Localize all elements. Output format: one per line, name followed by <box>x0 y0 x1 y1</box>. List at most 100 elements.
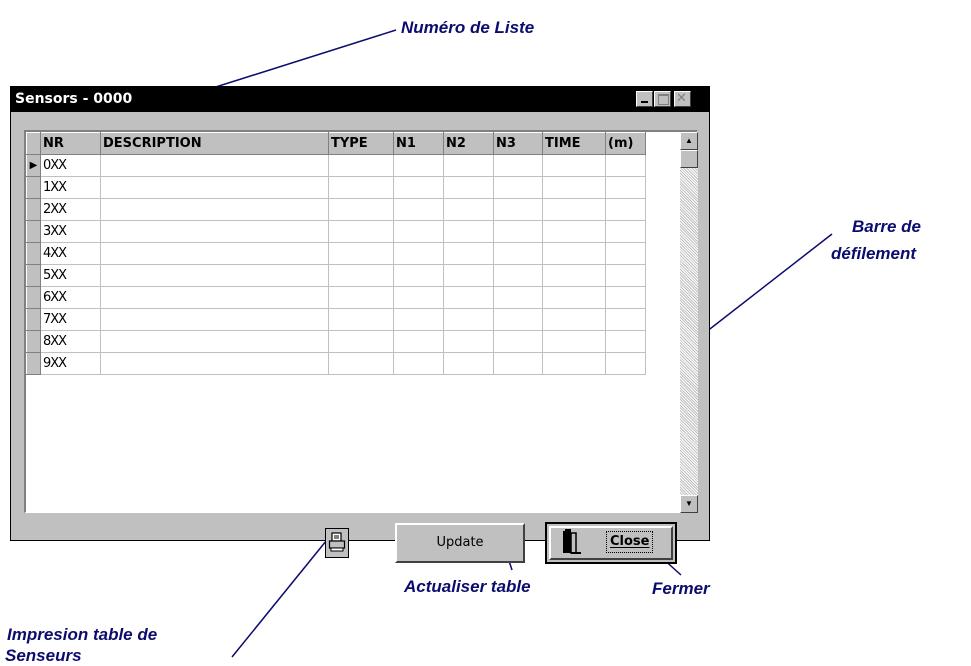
row-selector[interactable] <box>26 242 41 265</box>
maximize-icon[interactable] <box>654 91 671 107</box>
cell-n1[interactable] <box>393 176 444 199</box>
row-selector[interactable] <box>26 176 41 199</box>
cell-n2[interactable] <box>443 220 494 243</box>
cell-n2[interactable] <box>443 308 494 331</box>
cell-n3[interactable] <box>493 330 543 353</box>
sensors-table[interactable]: NR DESCRIPTION TYPE N1 N2 N3 TIME (m) ▶ … <box>24 130 698 513</box>
table-row[interactable]: 9XX <box>26 352 646 375</box>
cell-n2[interactable] <box>443 198 494 221</box>
cell-n1[interactable] <box>393 352 444 375</box>
row-selector[interactable] <box>26 308 41 331</box>
cell-n1[interactable] <box>393 286 444 309</box>
cell-nr[interactable]: 8XX <box>40 330 101 353</box>
cell-n3[interactable] <box>493 308 543 331</box>
cell-n3[interactable] <box>493 220 543 243</box>
cell-m[interactable] <box>605 286 646 309</box>
column-header-n3[interactable]: N3 <box>493 132 543 155</box>
row-selector[interactable] <box>26 220 41 243</box>
cell-time[interactable] <box>542 330 606 353</box>
column-header-nr[interactable]: NR <box>40 132 101 155</box>
title-bar[interactable]: Sensors - 0000 ✕ <box>11 87 709 112</box>
cell-m[interactable] <box>605 352 646 375</box>
table-row[interactable]: 1XX <box>26 176 646 199</box>
cell-n3[interactable] <box>493 264 543 287</box>
cell-n2[interactable] <box>443 352 494 375</box>
cell-description[interactable] <box>100 286 329 309</box>
cell-nr[interactable]: 3XX <box>40 220 101 243</box>
cell-m[interactable] <box>605 220 646 243</box>
cell-n3[interactable] <box>493 286 543 309</box>
cell-n2[interactable] <box>443 330 494 353</box>
cell-type[interactable] <box>328 330 394 353</box>
cell-time[interactable] <box>542 308 606 331</box>
scroll-thumb[interactable] <box>680 150 698 168</box>
close-icon[interactable]: ✕ <box>674 91 691 107</box>
cell-nr[interactable]: 7XX <box>40 308 101 331</box>
cell-n1[interactable] <box>393 242 444 265</box>
column-header-n1[interactable]: N1 <box>393 132 444 155</box>
cell-description[interactable] <box>100 154 329 177</box>
column-header-n2[interactable]: N2 <box>443 132 494 155</box>
cell-n2[interactable] <box>443 242 494 265</box>
table-row[interactable]: ▶ 0XX <box>26 154 646 177</box>
row-selector[interactable] <box>26 264 41 287</box>
cell-type[interactable] <box>328 198 394 221</box>
cell-time[interactable] <box>542 242 606 265</box>
table-row[interactable]: 2XX <box>26 198 646 221</box>
table-row[interactable]: 5XX <box>26 264 646 287</box>
cell-type[interactable] <box>328 308 394 331</box>
cell-time[interactable] <box>542 286 606 309</box>
table-row[interactable]: 6XX <box>26 286 646 309</box>
cell-time[interactable] <box>542 198 606 221</box>
close-button[interactable]: Close <box>545 522 677 564</box>
cell-n3[interactable] <box>493 198 543 221</box>
cell-n3[interactable] <box>493 242 543 265</box>
cell-n1[interactable] <box>393 220 444 243</box>
cell-n1[interactable] <box>393 308 444 331</box>
table-row[interactable]: 3XX <box>26 220 646 243</box>
cell-type[interactable] <box>328 220 394 243</box>
cell-time[interactable] <box>542 352 606 375</box>
cell-type[interactable] <box>328 286 394 309</box>
cell-description[interactable] <box>100 220 329 243</box>
cell-nr[interactable]: 9XX <box>40 352 101 375</box>
cell-n1[interactable] <box>393 198 444 221</box>
cell-m[interactable] <box>605 330 646 353</box>
cell-n3[interactable] <box>493 154 543 177</box>
column-header-type[interactable]: TYPE <box>328 132 394 155</box>
cell-time[interactable] <box>542 220 606 243</box>
cell-nr[interactable]: 4XX <box>40 242 101 265</box>
cell-nr[interactable]: 1XX <box>40 176 101 199</box>
update-button[interactable]: Update <box>395 523 525 563</box>
cell-n3[interactable] <box>493 176 543 199</box>
cell-n1[interactable] <box>393 264 444 287</box>
cell-nr[interactable]: 0XX <box>40 154 101 177</box>
cell-time[interactable] <box>542 264 606 287</box>
table-row[interactable]: 7XX <box>26 308 646 331</box>
column-header-time[interactable]: TIME <box>542 132 606 155</box>
cell-type[interactable] <box>328 242 394 265</box>
cell-m[interactable] <box>605 264 646 287</box>
cell-description[interactable] <box>100 198 329 221</box>
row-selector[interactable] <box>26 198 41 221</box>
cell-m[interactable] <box>605 242 646 265</box>
cell-n2[interactable] <box>443 286 494 309</box>
cell-description[interactable] <box>100 330 329 353</box>
cell-type[interactable] <box>328 352 394 375</box>
table-row[interactable]: 4XX <box>26 242 646 265</box>
print-button[interactable] <box>325 528 349 558</box>
scroll-down-icon[interactable]: ▼ <box>680 495 698 513</box>
column-header-description[interactable]: DESCRIPTION <box>100 132 329 155</box>
cell-n2[interactable] <box>443 264 494 287</box>
cell-type[interactable] <box>328 154 394 177</box>
cell-nr[interactable]: 5XX <box>40 264 101 287</box>
column-header-m[interactable]: (m) <box>605 132 646 155</box>
table-row[interactable]: 8XX <box>26 330 646 353</box>
scroll-up-icon[interactable]: ▲ <box>680 132 698 150</box>
cell-m[interactable] <box>605 308 646 331</box>
cell-type[interactable] <box>328 264 394 287</box>
cell-description[interactable] <box>100 352 329 375</box>
cell-m[interactable] <box>605 198 646 221</box>
cell-description[interactable] <box>100 264 329 287</box>
cell-n1[interactable] <box>393 154 444 177</box>
